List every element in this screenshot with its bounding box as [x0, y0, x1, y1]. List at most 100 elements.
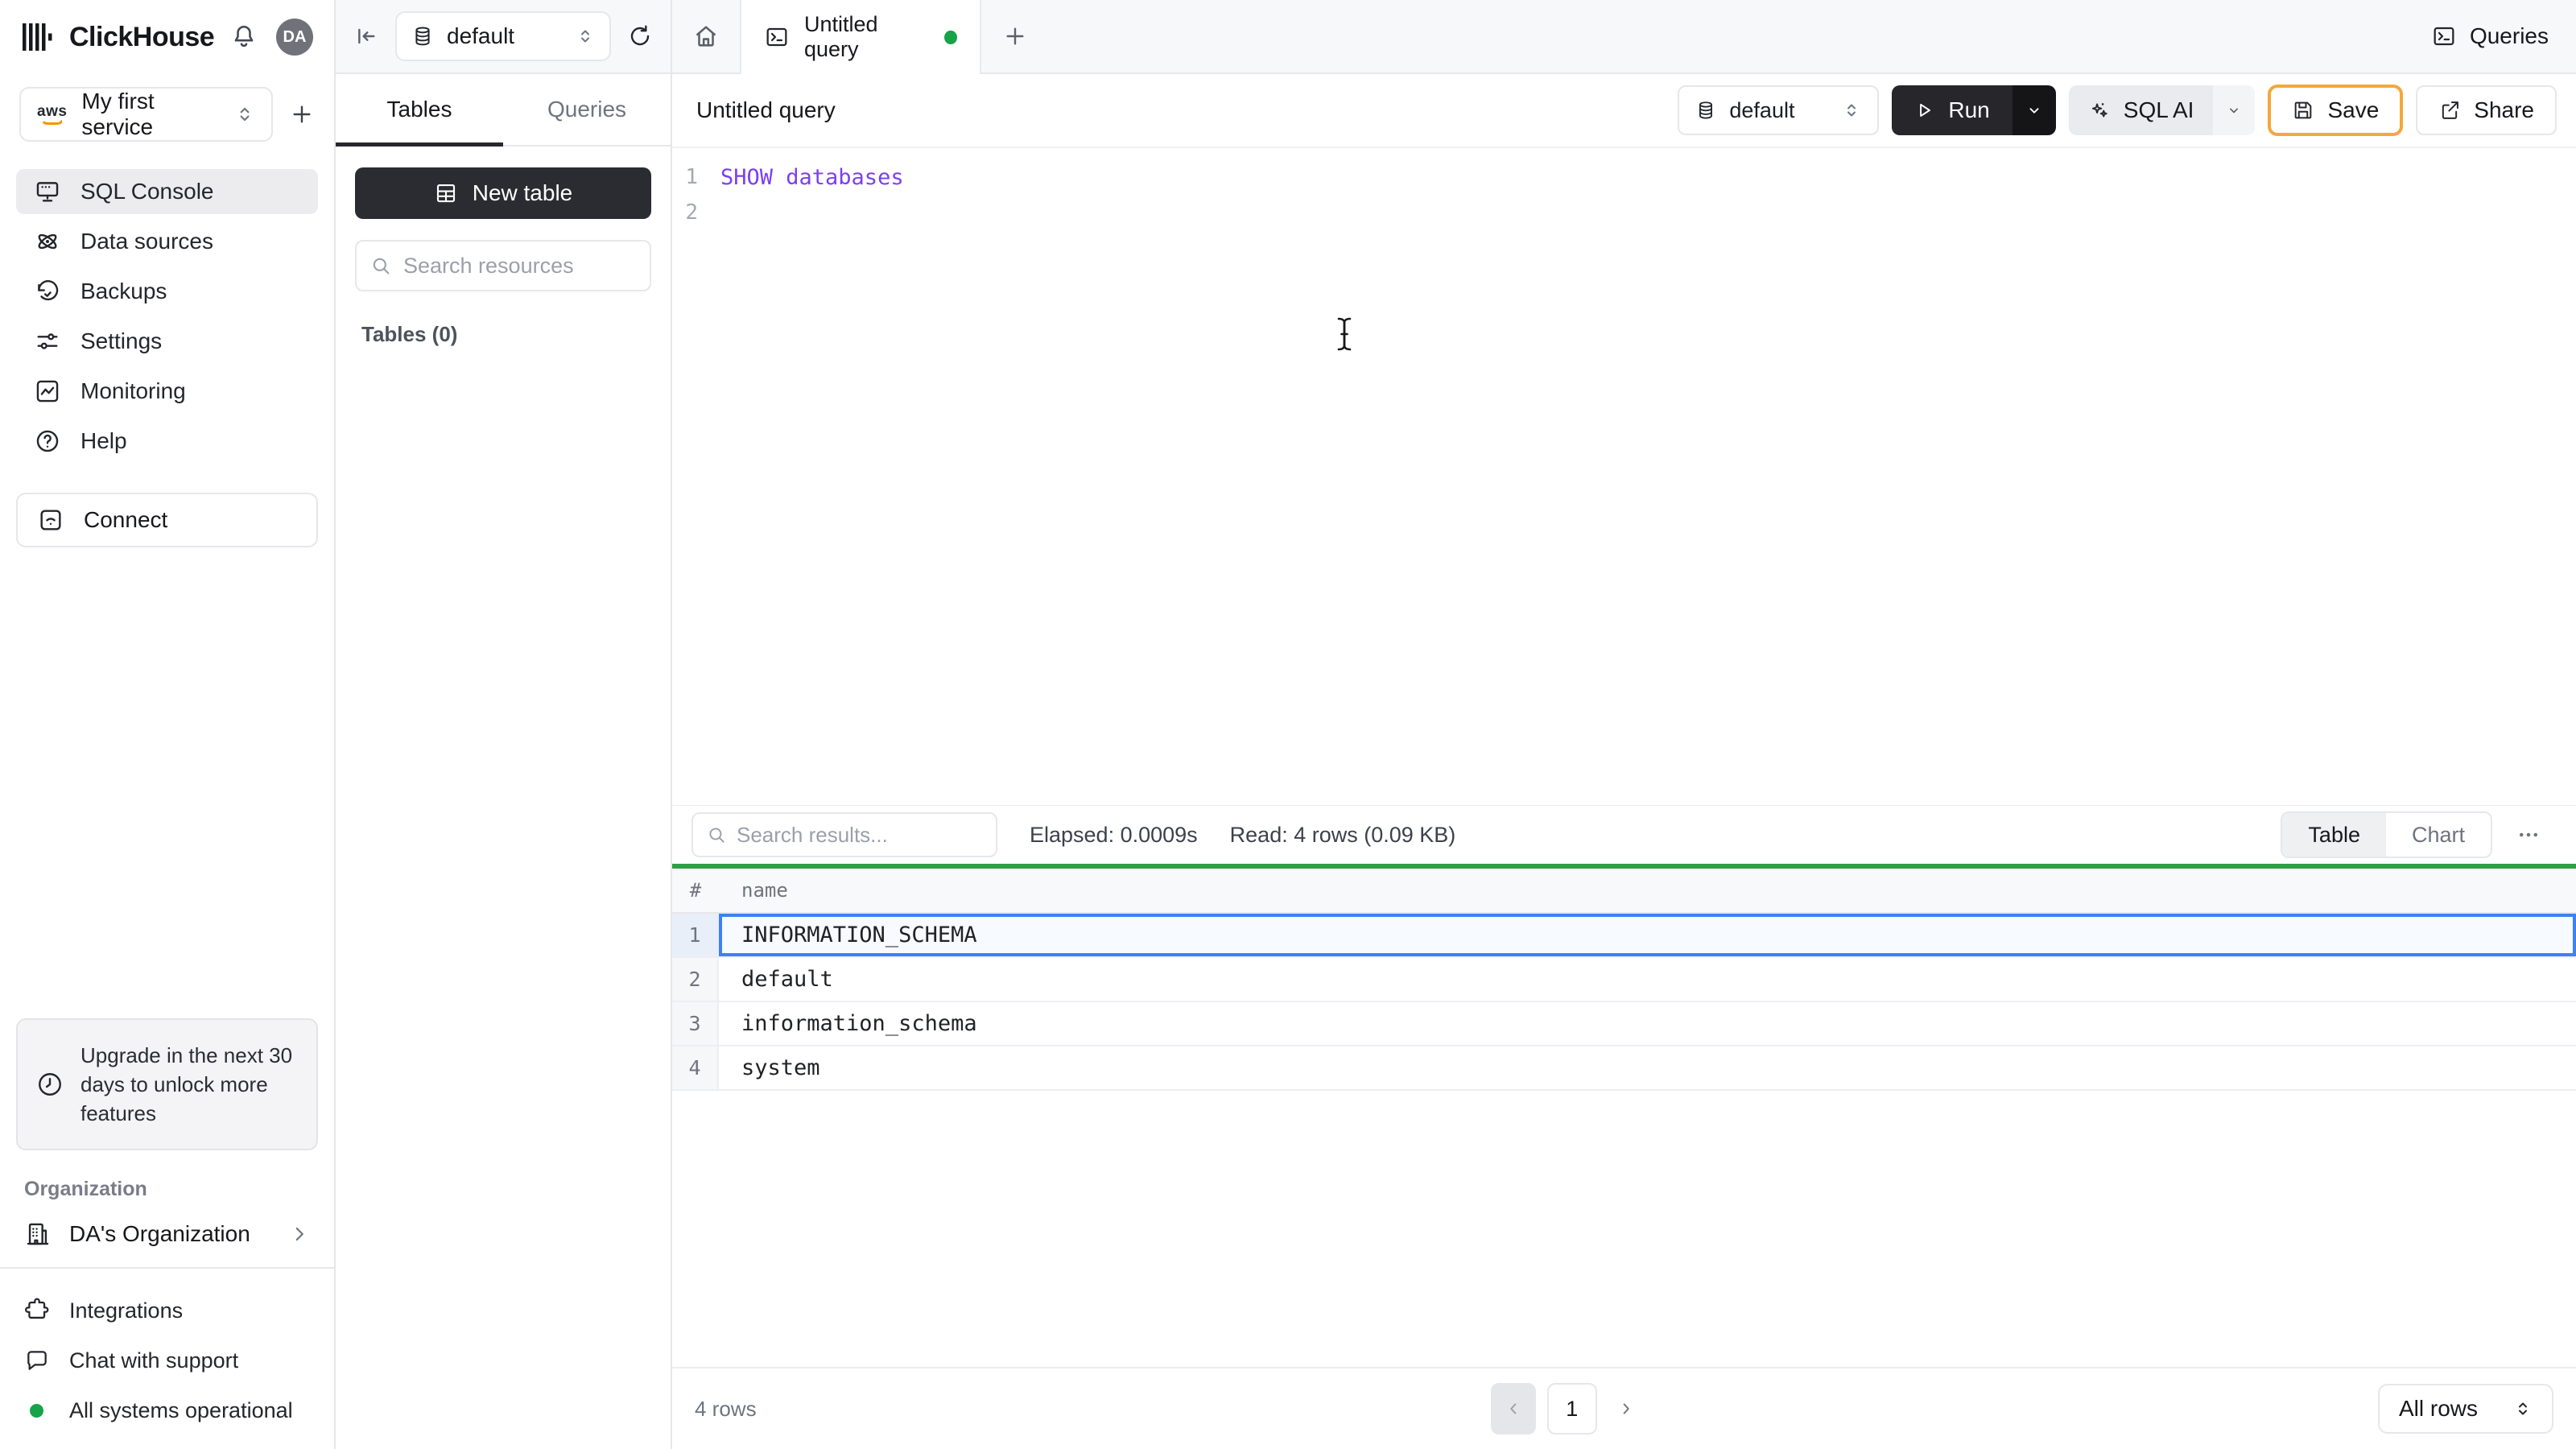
save-button[interactable]: Save [2268, 85, 2404, 136]
view-toggle-chart[interactable]: Chart [2386, 813, 2491, 857]
sidebar-header: ClickHouse DA [0, 0, 334, 74]
table-row[interactable]: 1 INFORMATION_SCHEMA [672, 914, 2576, 958]
sidebar-item-help[interactable]: Help [16, 419, 318, 464]
results-table: # name 1 INFORMATION_SCHEMA 2 default 3 … [672, 869, 2576, 1091]
query-database-selector[interactable]: default [1678, 85, 1880, 135]
collapse-panel-icon[interactable] [353, 23, 379, 49]
sparkles-icon [2088, 99, 2111, 122]
text-cursor-ibeam [1334, 316, 1355, 353]
sidebar-item-settings[interactable]: Settings [16, 319, 318, 364]
sql-ai-button[interactable]: SQL AI [2069, 85, 2214, 135]
column-header-index: # [689, 879, 702, 902]
prev-page-button[interactable] [1490, 1383, 1536, 1435]
user-avatar[interactable]: DA [276, 19, 313, 56]
share-label: Share [2474, 97, 2534, 122]
results-footer: 4 rows 1 All rows [672, 1367, 2576, 1449]
run-options-button[interactable] [2012, 85, 2056, 135]
notifications-bell-icon[interactable] [229, 23, 258, 52]
table-row[interactable]: 2 default [672, 958, 2576, 1002]
organization-item[interactable]: DA's Organization [0, 1212, 334, 1267]
results-menu-ellipsis-icon[interactable] [2500, 823, 2557, 847]
sidebar-item-data-sources[interactable]: Data sources [16, 219, 318, 264]
line-number: 1 [685, 165, 698, 189]
status-green-dot [30, 1403, 43, 1418]
upgrade-banner[interactable]: Upgrade in the next 30 days to unlock mo… [16, 1018, 318, 1150]
page-size-selector[interactable]: All rows [2377, 1384, 2553, 1434]
database-selector[interactable]: default [395, 11, 611, 61]
sql-ai-button-group: SQL AI [2068, 85, 2256, 135]
sidebar-item-sql-console[interactable]: SQL Console [16, 169, 318, 214]
organization-section-label: Organization [24, 1178, 147, 1200]
query-tabstrip: Untitled query Queries [672, 0, 2576, 74]
run-label: Run [1948, 97, 1990, 122]
row-value[interactable]: information_schema [719, 1002, 2576, 1045]
row-value[interactable]: default [719, 958, 2576, 1001]
settings-sliders-icon [34, 328, 61, 355]
line-number: 2 [685, 200, 698, 225]
next-page-button[interactable] [1608, 1383, 1644, 1435]
editor-line: 1 SHOW databases [672, 159, 2576, 195]
page-number-button[interactable]: 1 [1546, 1383, 1597, 1435]
unsaved-green-dot [944, 30, 957, 44]
backups-history-icon [34, 278, 61, 305]
sidebar-item-label: Settings [80, 328, 163, 353]
database-icon [1695, 100, 1716, 121]
table-row[interactable]: 4 system [672, 1046, 2576, 1091]
service-selector-row: aws My first service [0, 74, 334, 151]
add-service-button[interactable] [289, 101, 315, 127]
tables-count-label: Tables (0) [361, 322, 458, 346]
system-status-link[interactable]: All systems operational [24, 1389, 310, 1431]
refresh-icon[interactable] [627, 23, 653, 49]
table-browser-panel: default Tables Queries New table Tables … [336, 0, 688, 1449]
new-query-tab-button[interactable] [981, 0, 1049, 72]
clickhouse-logo-icon [21, 21, 53, 53]
chevron-updown-icon [234, 104, 255, 125]
sidebar-item-monitoring[interactable]: Monitoring [16, 369, 318, 414]
search-resources-input[interactable] [403, 253, 688, 279]
external-link-icon [2438, 99, 2461, 122]
terminal-icon [764, 24, 790, 50]
terminal-icon [2431, 23, 2457, 49]
table-row[interactable]: 3 information_schema [672, 1002, 2576, 1046]
view-toggle-table[interactable]: Table [2282, 813, 2386, 857]
sidebar-item-label: Help [80, 428, 127, 453]
sidebar-header-actions: DA [229, 19, 313, 56]
sql-ai-options-button[interactable] [2213, 85, 2256, 135]
chat-support-link[interactable]: Chat with support [24, 1340, 310, 1381]
browser-topbar: default [336, 0, 671, 74]
play-icon [1914, 100, 1935, 121]
save-label: Save [2327, 97, 2380, 122]
monitoring-chart-icon [34, 378, 61, 405]
connect-button[interactable]: Connect [16, 493, 318, 547]
sql-editor[interactable]: 1 SHOW databases 2 [672, 148, 2576, 805]
row-count-label: 4 rows [695, 1396, 757, 1421]
database-name: default [447, 23, 515, 48]
service-selector[interactable]: aws My first service [19, 87, 273, 142]
integrations-link[interactable]: Integrations [24, 1290, 310, 1331]
row-value[interactable]: INFORMATION_SCHEMA [719, 914, 2576, 956]
home-icon[interactable] [672, 0, 740, 72]
query-title[interactable]: Untitled query [691, 97, 836, 123]
queries-button[interactable]: Queries [2404, 0, 2576, 72]
query-tab-untitled[interactable]: Untitled query [740, 0, 981, 74]
clock-icon [35, 1070, 64, 1099]
building-icon [24, 1220, 52, 1248]
integrations-label: Integrations [69, 1298, 184, 1323]
search-results-input[interactable] [737, 822, 983, 848]
results-toolbar: Elapsed: 0.0009s Read: 4 rows (0.09 KB) … [672, 806, 2576, 864]
share-button[interactable]: Share [2416, 85, 2557, 135]
search-results-box [691, 812, 997, 857]
new-table-button[interactable]: New table [355, 167, 651, 219]
row-value[interactable]: system [719, 1046, 2576, 1089]
sidebar-item-backups[interactable]: Backups [16, 269, 318, 314]
run-button[interactable]: Run [1892, 85, 2013, 135]
tab-queries[interactable]: Queries [503, 74, 671, 145]
tab-tables[interactable]: Tables [336, 74, 503, 147]
sql-code: SHOW databases [720, 164, 904, 190]
search-icon [369, 254, 392, 277]
column-header-name: name [741, 879, 788, 902]
aws-logo-icon: aws [37, 104, 67, 125]
page-size-value: All rows [2398, 1396, 2478, 1421]
run-button-group: Run [1892, 85, 2056, 135]
pagination: 1 [1490, 1383, 1644, 1435]
